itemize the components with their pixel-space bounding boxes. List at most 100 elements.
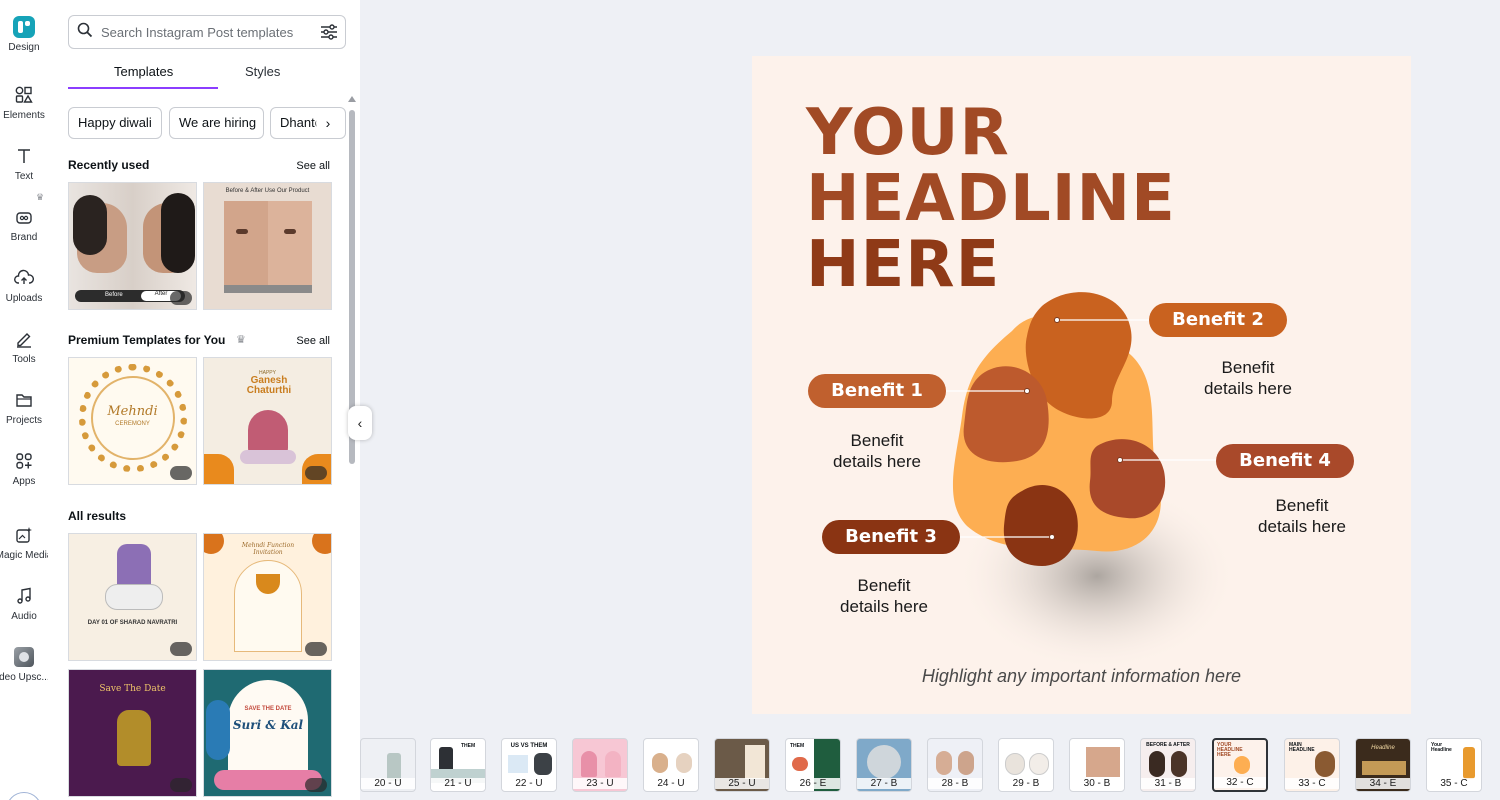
photo-left [224, 201, 268, 285]
before-label: Before [105, 292, 123, 298]
search-box[interactable] [68, 15, 346, 49]
face-1 [936, 751, 952, 775]
rail-item-audio[interactable]: Audio [0, 577, 48, 633]
pen-icon [13, 328, 35, 350]
save-the-date-text: SAVE THE DATE [244, 706, 292, 712]
filter-icon[interactable] [319, 22, 339, 42]
search-input[interactable] [101, 24, 311, 40]
page-thumb[interactable]: 25 - U [714, 738, 770, 792]
page-thumb[interactable]: Your Headline 35 - C [1426, 738, 1482, 792]
template-thumb[interactable]: Before & After Use Our Product [203, 182, 332, 310]
template-thumb[interactable]: DAY 01 OF SHARAD NAVRATRI [68, 533, 197, 661]
rail-label: Uploads [5, 293, 43, 304]
rail-item-magic-media[interactable]: Magic Media [0, 516, 52, 572]
page-label: 28 - B [928, 778, 982, 789]
rail-label: Projects [5, 415, 43, 426]
details-line: details here [833, 452, 921, 471]
chip-we-are-hiring[interactable]: We are hiring [169, 107, 264, 139]
hair-right [161, 193, 195, 273]
dog-shape [1315, 751, 1335, 777]
template-thumb[interactable]: HAPPY Ganesh Chaturthi [203, 357, 332, 485]
rail-item-elements[interactable]: Elements [0, 76, 48, 132]
page-strip: 20 - U THEM 21 - U US VS THEM 22 - U 23 … [360, 730, 1500, 800]
design-canvas[interactable]: YOUR HEADLINE HERE Benefit 1 Benefit det… [752, 56, 1411, 714]
check-list [508, 755, 528, 773]
details-line: Benefit [850, 431, 904, 450]
tab-styles[interactable]: Styles [245, 64, 280, 79]
rail-item-text[interactable]: Text [0, 137, 48, 193]
benefit-2-pill[interactable]: Benefit 2 [1149, 303, 1287, 337]
template-thumb[interactable]: Before After [68, 182, 197, 310]
rail-item-video-upscaler[interactable]: Video Upsc... [0, 638, 50, 694]
collapse-panel-button[interactable]: ‹ [348, 406, 372, 440]
benefit-3-pill[interactable]: Benefit 3 [822, 520, 960, 554]
page-thumb[interactable]: 20 - U [360, 738, 416, 792]
flower-left [204, 534, 224, 554]
photo-right [268, 201, 312, 285]
upload-icon [13, 267, 35, 289]
template-thumb[interactable]: Mehndi Function Invitation [203, 533, 332, 661]
rail-item-apps[interactable]: Apps [0, 442, 48, 498]
rail-item-projects[interactable]: Projects [0, 381, 48, 437]
rail-item-brand[interactable]: Brand ♛ [0, 192, 48, 254]
pro-badge [170, 778, 192, 792]
page-label: 32 - C [1214, 777, 1266, 788]
page-thumb-active[interactable]: YOUR HEADLINE HERE 32 - C [1212, 738, 1268, 792]
page-thumb[interactable]: MAIN HEADLINE 33 - C [1284, 738, 1340, 792]
save-date-text: Save The Date [99, 684, 166, 694]
footer-note[interactable]: Highlight any important information here [752, 666, 1411, 687]
benefit-4-pill[interactable]: Benefit 4 [1216, 444, 1354, 478]
template-thumb[interactable]: SAVE THE DATE Suri & Kal [203, 669, 332, 797]
recently-used-see-all[interactable]: See all [296, 160, 330, 172]
rail-label: Apps [12, 476, 36, 487]
rail-label: Tools [12, 354, 36, 365]
before-after-bar: Before After [75, 290, 185, 302]
dress-left [581, 751, 597, 777]
couple-figure [117, 710, 151, 766]
kettle-shape [534, 753, 552, 775]
page-thumb[interactable]: THEM 26 - E [785, 738, 841, 792]
page-thumb[interactable]: 29 - B [998, 738, 1054, 792]
rail-label: Design [8, 42, 40, 53]
benefit-1-details[interactable]: Benefit details here [808, 430, 946, 472]
benefit-4-details[interactable]: Benefit details here [1233, 495, 1371, 537]
page-thumb[interactable]: 27 - B [856, 738, 912, 792]
details-line: details here [840, 597, 928, 616]
elements-icon [13, 84, 35, 106]
chevron-right-icon[interactable]: › [316, 111, 340, 135]
page-thumb[interactable]: THEM 21 - U [430, 738, 486, 792]
page-thumb[interactable]: 24 - U [643, 738, 699, 792]
rail-item-uploads[interactable]: Uploads [0, 259, 48, 315]
page-thumb[interactable]: US VS THEM 22 - U [501, 738, 557, 792]
page-label: 25 - U [715, 778, 769, 789]
premium-see-all[interactable]: See all [296, 335, 330, 347]
template-thumb[interactable]: Save The Date [68, 669, 197, 797]
page-label: 24 - U [644, 778, 698, 789]
page-thumb[interactable]: 23 - U [572, 738, 628, 792]
details-line: Benefit [857, 576, 911, 595]
template-thumb[interactable]: Mehndi CEREMONY [68, 357, 197, 485]
rail-label: Video Upsc... [0, 672, 50, 683]
search-icon [77, 22, 93, 43]
page-label: 20 - U [361, 778, 415, 789]
rail-item-tools[interactable]: Tools [0, 320, 48, 376]
rail-label: Magic Media [0, 550, 53, 561]
tab-templates[interactable]: Templates [114, 64, 173, 79]
pro-badge [305, 778, 327, 792]
music-icon [13, 585, 35, 607]
page-thumb[interactable]: BEFORE & AFTER 31 - B [1140, 738, 1196, 792]
thumb-bar [224, 285, 312, 293]
benefit-3-details[interactable]: Benefit details here [815, 575, 953, 617]
pro-badge [305, 466, 327, 480]
page-label: 35 - C [1427, 778, 1481, 789]
rail-item-design[interactable]: Design [0, 16, 48, 72]
panel-scrollbar[interactable] [348, 96, 356, 796]
benefit-2-details[interactable]: Benefit details here [1179, 357, 1317, 399]
page-thumb[interactable]: 28 - B [927, 738, 983, 792]
benefit-1-pill[interactable]: Benefit 1 [808, 374, 946, 408]
help-button[interactable] [6, 792, 42, 800]
scroll-up-icon[interactable] [348, 96, 356, 102]
chip-happy-diwali[interactable]: Happy diwali [68, 107, 162, 139]
page-thumb[interactable]: Headline 34 - E [1355, 738, 1411, 792]
page-thumb[interactable]: 30 - B [1069, 738, 1125, 792]
